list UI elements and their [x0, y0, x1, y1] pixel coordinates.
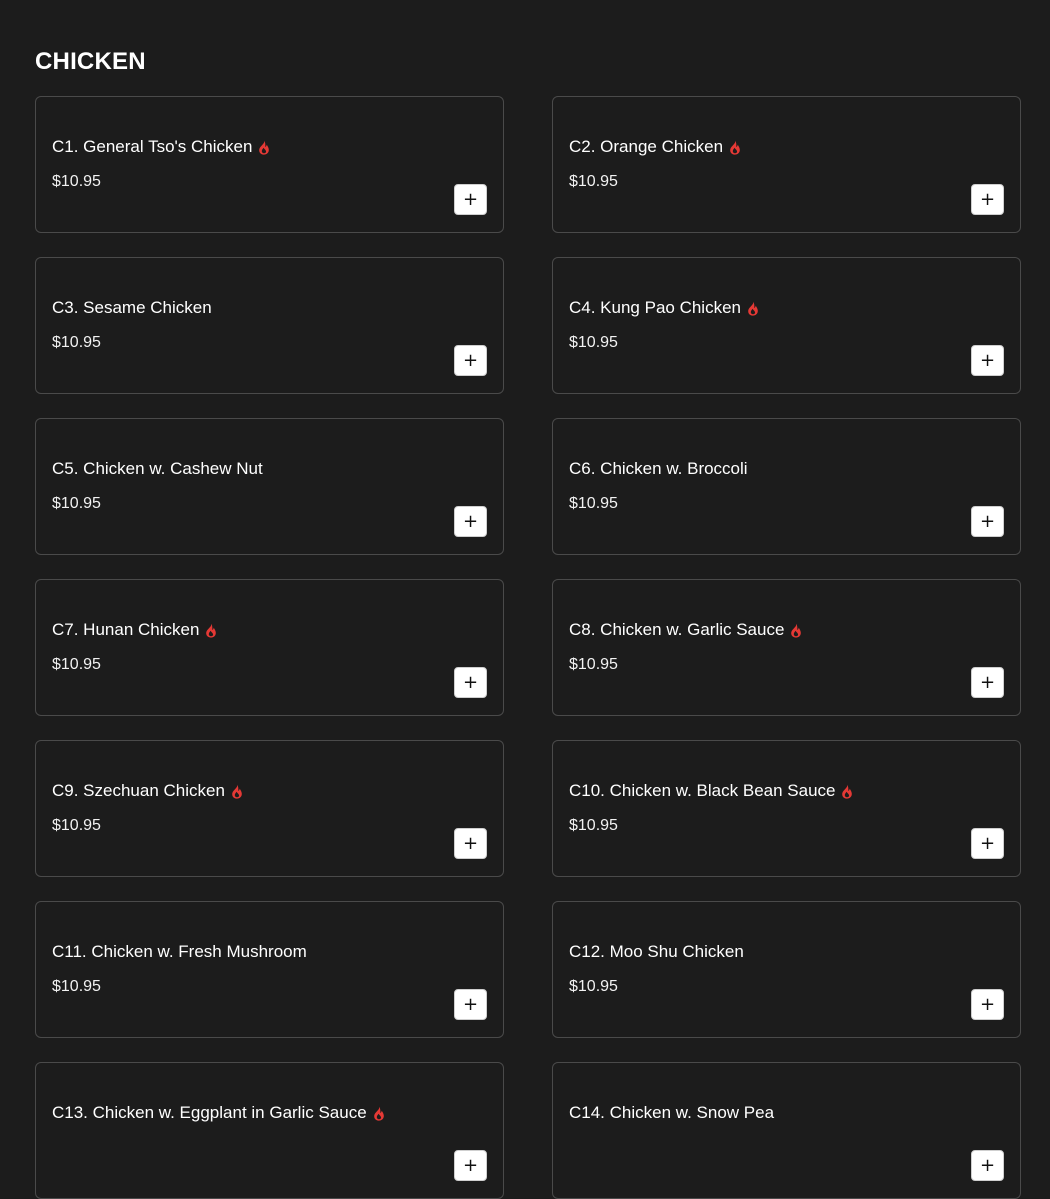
plus-icon: +	[979, 832, 996, 854]
add-to-cart-button[interactable]: +	[454, 1150, 487, 1181]
plus-icon: +	[462, 188, 479, 210]
flame-icon	[258, 140, 270, 155]
plus-icon: +	[462, 993, 479, 1015]
flame-icon	[231, 784, 243, 799]
menu-item-title: C14. Chicken w. Snow Pea	[569, 1103, 774, 1123]
add-to-cart-button[interactable]: +	[971, 667, 1004, 698]
menu-item-title: C4. Kung Pao Chicken	[569, 298, 759, 318]
menu-item-price: $10.95	[569, 656, 618, 673]
add-to-cart-button[interactable]: +	[971, 184, 1004, 215]
menu-item-card[interactable]: C13. Chicken w. Eggplant in Garlic Sauce…	[35, 1062, 504, 1199]
flame-icon	[747, 301, 759, 316]
menu-item-title: C9. Szechuan Chicken	[52, 781, 243, 801]
menu-item-name: C6. Chicken w. Broccoli	[569, 459, 748, 478]
plus-icon: +	[979, 188, 996, 210]
menu-item-card[interactable]: C3. Sesame Chicken $10.95 +	[35, 257, 504, 394]
menu-item-name: C7. Hunan Chicken	[52, 620, 200, 639]
menu-item-card[interactable]: C10. Chicken w. Black Bean Sauce $10.95 …	[552, 740, 1021, 877]
menu-item-title: C7. Hunan Chicken	[52, 620, 217, 640]
menu-item-title: C13. Chicken w. Eggplant in Garlic Sauce	[52, 1103, 385, 1123]
add-to-cart-button[interactable]: +	[971, 1150, 1004, 1181]
menu-item-title: C1. General Tso's Chicken	[52, 137, 270, 157]
menu-item-name: C1. General Tso's Chicken	[52, 137, 253, 156]
flame-icon	[841, 784, 853, 799]
menu-item-title: C3. Sesame Chicken	[52, 298, 212, 318]
menu-item-price: $10.95	[569, 334, 618, 351]
add-to-cart-button[interactable]: +	[454, 667, 487, 698]
add-to-cart-button[interactable]: +	[454, 184, 487, 215]
menu-item-name: C10. Chicken w. Black Bean Sauce	[569, 781, 836, 800]
plus-icon: +	[462, 349, 479, 371]
add-to-cart-button[interactable]: +	[454, 828, 487, 859]
plus-icon: +	[462, 1154, 479, 1176]
menu-item-name: C5. Chicken w. Cashew Nut	[52, 459, 263, 478]
plus-icon: +	[462, 510, 479, 532]
flame-icon	[729, 140, 741, 155]
menu-item-title: C8. Chicken w. Garlic Sauce	[569, 620, 802, 640]
menu-item-card[interactable]: C5. Chicken w. Cashew Nut $10.95 +	[35, 418, 504, 555]
add-to-cart-button[interactable]: +	[454, 989, 487, 1020]
menu-item-card[interactable]: C6. Chicken w. Broccoli $10.95 +	[552, 418, 1021, 555]
menu-item-name: C9. Szechuan Chicken	[52, 781, 225, 800]
menu-item-grid: C1. General Tso's Chicken $10.95 + C2. O…	[35, 96, 1021, 1199]
menu-item-title: C6. Chicken w. Broccoli	[569, 459, 748, 479]
menu-item-title: C2. Orange Chicken	[569, 137, 741, 157]
menu-item-name: C4. Kung Pao Chicken	[569, 298, 741, 317]
plus-icon: +	[979, 993, 996, 1015]
add-to-cart-button[interactable]: +	[971, 828, 1004, 859]
plus-icon: +	[979, 510, 996, 532]
flame-icon	[205, 623, 217, 638]
menu-item-price: $10.95	[52, 173, 101, 190]
add-to-cart-button[interactable]: +	[454, 506, 487, 537]
menu-item-card[interactable]: C1. General Tso's Chicken $10.95 +	[35, 96, 504, 233]
menu-item-card[interactable]: C4. Kung Pao Chicken $10.95 +	[552, 257, 1021, 394]
menu-item-title: C11. Chicken w. Fresh Mushroom	[52, 942, 307, 962]
add-to-cart-button[interactable]: +	[971, 345, 1004, 376]
menu-item-price: $10.95	[569, 173, 618, 190]
add-to-cart-button[interactable]: +	[971, 989, 1004, 1020]
menu-item-price: $10.95	[52, 978, 101, 995]
menu-item-price: $10.95	[569, 817, 618, 834]
menu-item-price: $10.95	[569, 495, 618, 512]
menu-item-card[interactable]: C9. Szechuan Chicken $10.95 +	[35, 740, 504, 877]
add-to-cart-button[interactable]: +	[454, 345, 487, 376]
menu-item-card[interactable]: C12. Moo Shu Chicken $10.95 +	[552, 901, 1021, 1038]
menu-item-name: C14. Chicken w. Snow Pea	[569, 1103, 775, 1122]
menu-item-title: C12. Moo Shu Chicken	[569, 942, 744, 962]
menu-item-card[interactable]: C2. Orange Chicken $10.95 +	[552, 96, 1021, 233]
plus-icon: +	[462, 832, 479, 854]
menu-item-name: C8. Chicken w. Garlic Sauce	[569, 620, 785, 639]
menu-item-card[interactable]: C11. Chicken w. Fresh Mushroom $10.95 +	[35, 901, 504, 1038]
plus-icon: +	[979, 349, 996, 371]
menu-item-name: C3. Sesame Chicken	[52, 298, 212, 317]
plus-icon: +	[462, 671, 479, 693]
menu-item-title: C10. Chicken w. Black Bean Sauce	[569, 781, 853, 801]
plus-icon: +	[979, 671, 996, 693]
menu-item-price: $10.95	[52, 334, 101, 351]
menu-item-name: C2. Orange Chicken	[569, 137, 724, 156]
menu-item-price: $10.95	[569, 978, 618, 995]
menu-item-card[interactable]: C7. Hunan Chicken $10.95 +	[35, 579, 504, 716]
menu-item-price: $10.95	[52, 495, 101, 512]
flame-icon	[790, 623, 802, 638]
menu-item-price: $10.95	[52, 817, 101, 834]
menu-item-card[interactable]: C14. Chicken w. Snow Pea +	[552, 1062, 1021, 1199]
menu-item-title: C5. Chicken w. Cashew Nut	[52, 459, 263, 479]
menu-item-price: $10.95	[52, 656, 101, 673]
menu-item-name: C12. Moo Shu Chicken	[569, 942, 744, 961]
menu-item-name: C13. Chicken w. Eggplant in Garlic Sauce	[52, 1103, 367, 1122]
add-to-cart-button[interactable]: +	[971, 506, 1004, 537]
plus-icon: +	[979, 1154, 996, 1176]
menu-item-name: C11. Chicken w. Fresh Mushroom	[52, 942, 307, 961]
menu-item-card[interactable]: C8. Chicken w. Garlic Sauce $10.95 +	[552, 579, 1021, 716]
section-title: CHICKEN	[35, 48, 146, 75]
flame-icon	[373, 1106, 385, 1121]
